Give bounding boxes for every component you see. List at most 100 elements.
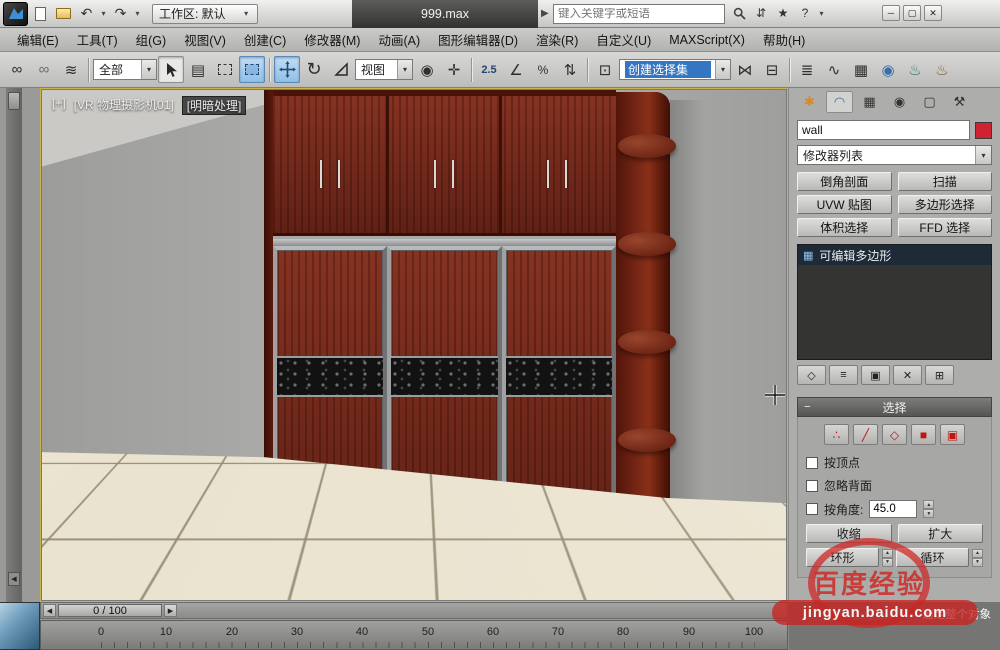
angle-value-field[interactable]	[869, 500, 917, 518]
render-setup-button[interactable]: ♨	[902, 56, 928, 83]
spinner-down-icon[interactable]: ▼	[923, 509, 934, 518]
next-frame-button[interactable]: ▶	[164, 604, 177, 617]
app-logo-button[interactable]	[3, 2, 28, 26]
loop-spinner[interactable]: ▲▼	[972, 549, 983, 567]
redo-button[interactable]: ↷	[110, 3, 131, 25]
time-slider-handle[interactable]: 0 / 100	[58, 604, 162, 617]
search-arrow-icon[interactable]: ▶	[541, 8, 549, 19]
configure-modifier-sets-button[interactable]: ⊞	[925, 365, 954, 385]
ignore-backfacing-checkbox[interactable]	[806, 480, 818, 492]
ring-button[interactable]: 环形	[806, 548, 879, 567]
undo-dropdown[interactable]: ▾	[99, 9, 108, 18]
select-and-link-button[interactable]: ∞	[4, 56, 30, 83]
close-button[interactable]: ✕	[924, 5, 942, 21]
menu-modifiers[interactable]: 修改器(M)	[295, 28, 369, 51]
object-color-swatch[interactable]	[975, 122, 992, 139]
maximize-button[interactable]: ▢	[903, 5, 921, 21]
shrink-button[interactable]: 收缩	[806, 524, 892, 543]
by-angle-checkbox[interactable]	[806, 503, 818, 515]
reference-coordinate-combo[interactable]: 视图 ▾	[355, 59, 413, 80]
select-and-manipulate-button[interactable]: ✛	[441, 56, 467, 83]
select-by-name-button[interactable]: ▤	[185, 56, 211, 83]
new-file-button[interactable]	[30, 3, 51, 25]
rectangular-selection-region-button[interactable]	[212, 56, 238, 83]
tab-motion[interactable]: ◉	[886, 91, 913, 113]
menu-customize[interactable]: 自定义(U)	[587, 28, 660, 51]
sliding-door-middle[interactable]	[387, 246, 501, 548]
redo-dropdown[interactable]: ▾	[133, 9, 142, 18]
show-end-result-button[interactable]: ≡	[829, 365, 858, 385]
edge-mode-button[interactable]: ╱	[853, 424, 878, 445]
bind-to-spacewarp-button[interactable]: ≋	[58, 56, 84, 83]
layer-manager-button[interactable]: ≣	[794, 56, 820, 83]
poly-select-button[interactable]: 多边形选择	[898, 195, 993, 214]
sweep-button[interactable]: 扫描	[898, 172, 993, 191]
select-and-rotate-button[interactable]: ↻	[301, 56, 327, 83]
vol-select-button[interactable]: 体积选择	[797, 218, 892, 237]
strip-expand-button[interactable]: ◀	[8, 572, 20, 586]
unlink-selection-button[interactable]: ∞	[31, 56, 57, 83]
remove-modifier-button[interactable]: ✕	[893, 365, 922, 385]
menu-tools[interactable]: 工具(T)	[68, 28, 127, 51]
track-bar[interactable]: 0 10 20 30 40 50 60 70 80 90 100	[40, 620, 788, 650]
search-input[interactable]	[558, 8, 720, 20]
ring-spinner[interactable]: ▲▼	[882, 549, 893, 567]
angle-spinner[interactable]: ▲ ▼	[923, 500, 934, 518]
search-go-button[interactable]	[729, 3, 749, 23]
select-object-button[interactable]	[158, 56, 184, 83]
vertex-mode-button[interactable]: ∴	[824, 424, 849, 445]
polygon-mode-button[interactable]: ■	[911, 424, 936, 445]
curve-editor-button[interactable]: ∿	[821, 56, 847, 83]
select-and-move-button[interactable]	[274, 56, 300, 83]
previous-frame-button[interactable]: ◀	[43, 604, 56, 617]
spinner-up-icon[interactable]: ▲	[923, 500, 934, 509]
spinner-snap-button[interactable]: ⇅	[557, 56, 583, 83]
edit-named-selections-button[interactable]: ⊡	[592, 56, 618, 83]
viewport-tab-button[interactable]	[8, 92, 20, 110]
element-mode-button[interactable]: ▣	[940, 424, 965, 445]
menu-rendering[interactable]: 渲染(R)	[527, 28, 587, 51]
schematic-view-button[interactable]: ▦	[848, 56, 874, 83]
menu-group[interactable]: 组(G)	[127, 28, 176, 51]
tab-modify[interactable]: ◠	[826, 91, 853, 113]
named-selection-combo[interactable]: 创建选择集 ▾	[619, 59, 731, 80]
use-pivot-center-button[interactable]: ◉	[414, 56, 440, 83]
minimize-button[interactable]: ─	[882, 5, 900, 21]
menu-edit[interactable]: 编辑(E)	[8, 28, 68, 51]
pin-stack-button[interactable]: ◇	[797, 365, 826, 385]
material-editor-button[interactable]: ◉	[875, 56, 901, 83]
percent-snap-button[interactable]: %	[530, 56, 556, 83]
viewport[interactable]: [+] [VR 物理摄影机01] [明暗处理] Z Y x	[40, 88, 788, 602]
tab-hierarchy[interactable]: ▦	[856, 91, 883, 113]
angle-snap-button[interactable]: ∠	[503, 56, 529, 83]
border-mode-button[interactable]: ◇	[882, 424, 907, 445]
modifier-list-dropdown[interactable]: 修改器列表 ▾	[797, 145, 992, 165]
workspace-selector[interactable]: 工作区: 默认 ▾	[152, 4, 258, 24]
tab-create[interactable]: ✱	[796, 91, 823, 113]
bevel-profile-button[interactable]: 倒角剖面	[797, 172, 892, 191]
make-unique-button[interactable]: ▣	[861, 365, 890, 385]
help-dropdown[interactable]: ▾	[817, 9, 826, 18]
grow-button[interactable]: 扩大	[898, 524, 984, 543]
stack-item-editable-poly[interactable]: ▦ 可编辑多边形	[798, 245, 991, 265]
open-file-button[interactable]	[53, 3, 74, 25]
menu-graph-editors[interactable]: 图形编辑器(D)	[429, 28, 527, 51]
menu-animation[interactable]: 动画(A)	[369, 28, 429, 51]
loop-button[interactable]: 循环	[896, 548, 969, 567]
mirror-button[interactable]: ⋈	[732, 56, 758, 83]
selection-filter-combo[interactable]: 全部 ▾	[93, 59, 157, 80]
by-vertex-checkbox[interactable]	[806, 457, 818, 469]
sliding-door-left[interactable]	[273, 246, 387, 548]
selection-rollout-header[interactable]: − 选择	[797, 397, 992, 417]
viewport-shading-label[interactable]: [明暗处理]	[182, 96, 247, 115]
select-and-scale-button[interactable]	[328, 56, 354, 83]
snap-toggle-25-button[interactable]: 2.5	[476, 56, 502, 83]
menu-help[interactable]: 帮助(H)	[754, 28, 814, 51]
favorites-button[interactable]: ★	[773, 3, 793, 23]
communication-center-button[interactable]: ⇵	[751, 3, 771, 23]
menu-views[interactable]: 视图(V)	[175, 28, 235, 51]
object-name-field[interactable]	[797, 120, 970, 140]
menu-create[interactable]: 创建(C)	[235, 28, 295, 51]
sliding-door-right[interactable]	[502, 246, 616, 548]
modifier-stack[interactable]: ▦ 可编辑多边形	[797, 244, 992, 360]
